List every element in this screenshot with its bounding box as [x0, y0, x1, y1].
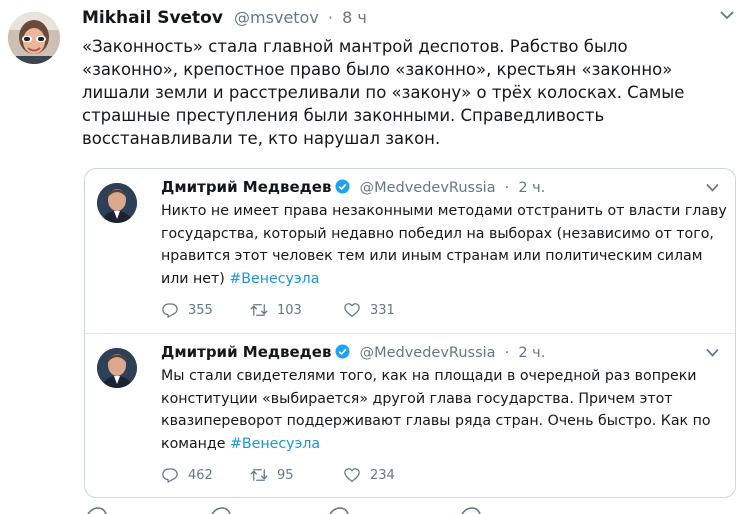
verified-icon	[335, 344, 350, 359]
chevron-down-icon[interactable]	[706, 348, 719, 357]
retweet-count: 95	[277, 467, 294, 483]
reply-button[interactable]: 462	[161, 464, 213, 486]
avatar-photo	[97, 183, 137, 223]
top-edge	[0, 0, 744, 3]
like-button[interactable]: 234	[343, 464, 395, 486]
author-name[interactable]: Mikhail Svetov	[82, 8, 223, 28]
retweet-count: 103	[277, 302, 302, 318]
author-name[interactable]: Дмитрий Медведев	[161, 343, 331, 361]
timestamp[interactable]: 2 ч.	[518, 345, 545, 361]
timestamp[interactable]: 8 ч	[342, 8, 367, 27]
cropped-action-bar	[87, 507, 481, 514]
reply-icon	[162, 303, 178, 318]
verified-icon	[335, 179, 350, 194]
hashtag-link[interactable]: #Венесуэла	[229, 271, 319, 287]
like-count: 331	[370, 302, 395, 318]
quoted-thread[interactable]: Дмитрий Медведев @MedvedevRussia · 2 ч. …	[84, 168, 736, 498]
like-count: 234	[370, 467, 395, 483]
timestamp[interactable]: 2 ч.	[518, 180, 545, 196]
author-handle[interactable]: @MedvedevRussia	[360, 345, 496, 361]
hashtag-link[interactable]: #Венесуэла	[230, 436, 320, 452]
reply-icon	[162, 468, 178, 483]
reply-button[interactable]: 355	[161, 299, 213, 321]
author-handle[interactable]: @MedvedevRussia	[360, 180, 496, 196]
retweet-icon	[250, 304, 268, 316]
action-bar: 462 95 234	[161, 464, 661, 486]
separator: ·	[504, 345, 510, 361]
quoted-tweet-header: Дмитрий Медведев @MedvedevRussia · 2 ч.	[161, 177, 701, 199]
author-name[interactable]: Дмитрий Медведев	[161, 178, 331, 196]
quoted-tweet-text: Никто не имеет права незаконными методам…	[161, 200, 727, 290]
author-handle[interactable]: @msvetov	[234, 8, 319, 27]
retweet-icon	[250, 469, 268, 481]
avatar[interactable]	[97, 348, 137, 388]
chevron-down-icon[interactable]	[720, 10, 734, 20]
quoted-tweet[interactable]: Дмитрий Медведев @MedvedevRussia · 2 ч. …	[85, 333, 735, 497]
quoted-tweet-text: Мы стали свидетелями того, как на площад…	[161, 365, 727, 455]
reply-count: 355	[188, 302, 213, 318]
quoted-tweet-header: Дмитрий Медведев @MedvedevRussia · 2 ч.	[161, 342, 701, 364]
tweet-text: «Законность» стала главной мантрой деспо…	[82, 37, 685, 148]
heart-icon	[344, 468, 360, 483]
heart-icon	[344, 303, 360, 318]
quoted-tweet[interactable]: Дмитрий Медведев @MedvedevRussia · 2 ч. …	[85, 169, 735, 332]
chevron-down-icon[interactable]	[706, 183, 719, 192]
avatar[interactable]	[97, 183, 137, 223]
tweet-header: Mikhail Svetov @msvetov · 8 ч	[82, 8, 722, 32]
avatar-photo	[8, 12, 60, 64]
action-bar: 355 103 331	[161, 299, 661, 321]
separator: ·	[327, 8, 333, 27]
reply-count: 462	[188, 467, 213, 483]
retweet-button[interactable]: 103	[250, 299, 302, 321]
retweet-button[interactable]: 95	[250, 464, 294, 486]
separator: ·	[504, 180, 510, 196]
like-button[interactable]: 331	[343, 299, 395, 321]
avatar-photo	[97, 348, 137, 388]
avatar[interactable]	[8, 12, 60, 64]
